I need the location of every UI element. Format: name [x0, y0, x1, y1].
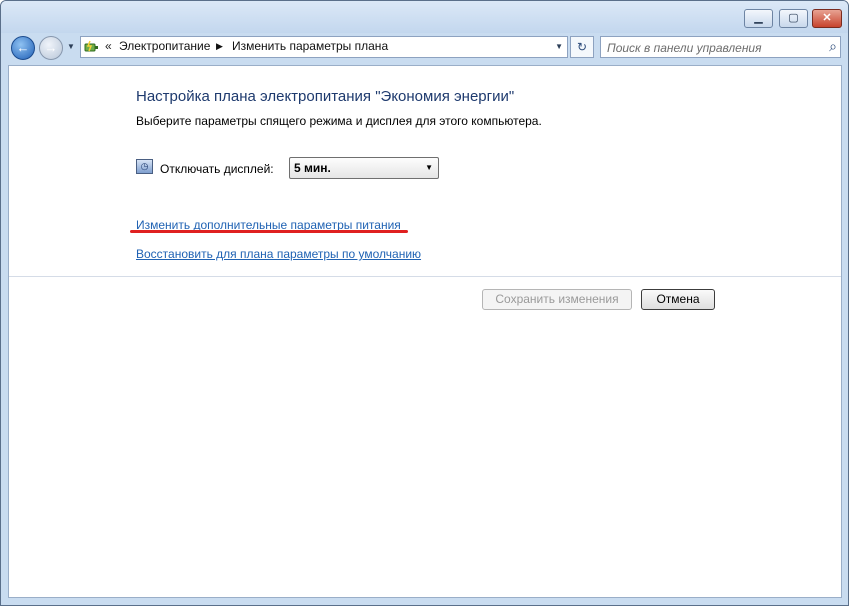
- search-icon[interactable]: ⌕: [829, 38, 837, 55]
- cancel-button[interactable]: Отмена: [641, 289, 715, 310]
- maximize-button[interactable]: ▢: [779, 9, 808, 28]
- breadcrumb-power-options[interactable]: Электропитание: [119, 39, 210, 53]
- title-bar: ▁ ▢ ✕: [1, 1, 848, 33]
- turn-off-display-select[interactable]: 5 мин. ▼: [289, 157, 439, 179]
- plan-settings-panel: Настройка плана электропитания "Экономия…: [8, 65, 842, 598]
- red-highlight-underline: [130, 230, 408, 233]
- save-changes-button[interactable]: Сохранить изменения: [482, 289, 632, 310]
- minimize-button[interactable]: ▁: [744, 9, 773, 28]
- back-button[interactable]: ←: [11, 36, 35, 60]
- forward-button[interactable]: →: [39, 36, 63, 60]
- divider: [9, 276, 841, 277]
- page-subtitle: Выберите параметры спящего режима и дисп…: [136, 114, 542, 128]
- power-options-icon: [84, 39, 101, 55]
- display-timer-icon: ◷: [136, 159, 153, 174]
- address-dropdown-icon[interactable]: ▼: [555, 42, 563, 51]
- search-box[interactable]: ⌕: [600, 36, 841, 58]
- breadcrumb-separator-icon[interactable]: ▶: [216, 41, 223, 52]
- restore-defaults-link[interactable]: Восстановить для плана параметры по умол…: [136, 247, 421, 261]
- turn-off-display-value: 5 мин.: [294, 161, 331, 175]
- more-locations-icon[interactable]: «: [105, 39, 112, 53]
- control-panel-window: ▁ ▢ ✕ ← → ▼ « Электропитание ▶ Изменить …: [0, 0, 849, 606]
- navigation-bar: ← → ▼ « Электропитание ▶ Изменить параме…: [1, 33, 848, 63]
- breadcrumb-edit-plan-settings[interactable]: Изменить параметры плана: [232, 39, 388, 53]
- chevron-down-icon: ▼: [425, 163, 433, 172]
- recent-pages-dropdown[interactable]: ▼: [67, 42, 75, 51]
- page-title: Настройка плана электропитания "Экономия…: [136, 88, 515, 105]
- turn-off-display-label: Отключать дисплей:: [160, 162, 274, 176]
- address-bar[interactable]: « Электропитание ▶ Изменить параметры пл…: [80, 36, 568, 58]
- refresh-button[interactable]: ↻: [570, 36, 594, 58]
- close-button[interactable]: ✕: [812, 9, 842, 28]
- search-input[interactable]: [605, 39, 819, 57]
